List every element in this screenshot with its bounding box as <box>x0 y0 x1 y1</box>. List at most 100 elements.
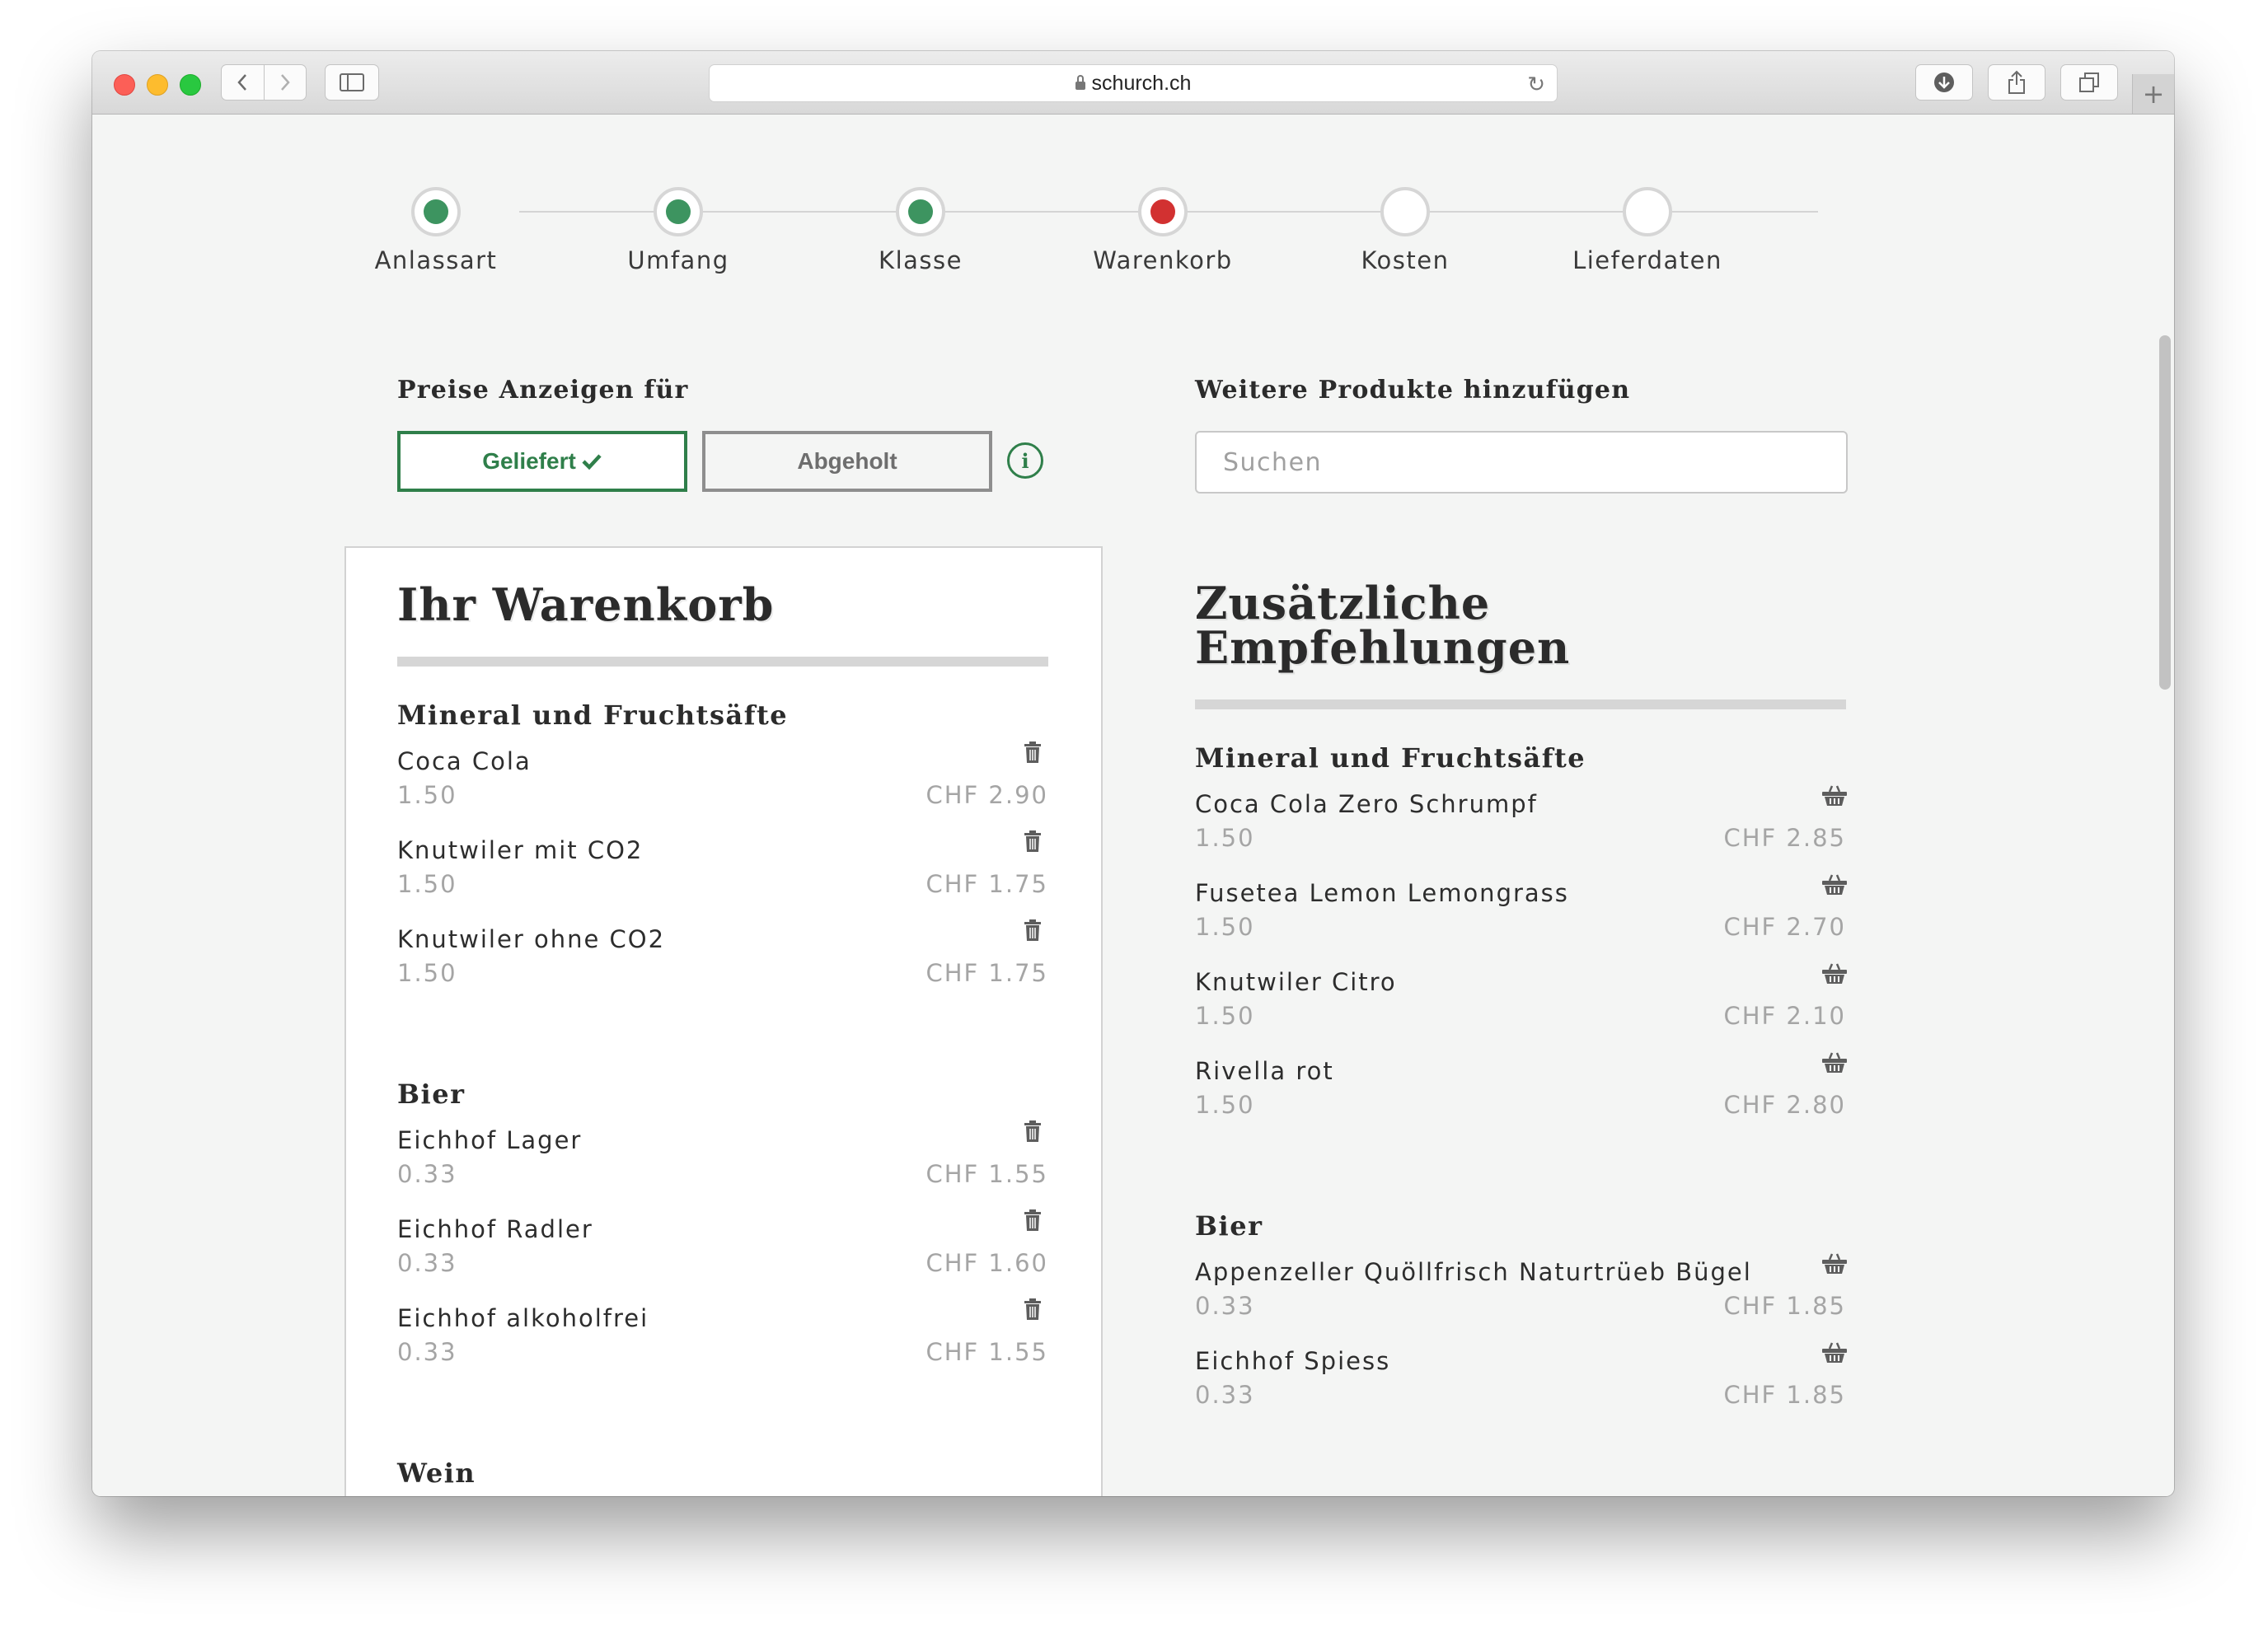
basket-icon <box>1822 1253 1847 1274</box>
item-price: CHF 1.85 <box>1723 1381 1846 1409</box>
scrollbar[interactable] <box>2159 335 2171 690</box>
item-price: CHF 1.75 <box>925 870 1048 898</box>
item-size: 1.50 <box>1195 913 1255 941</box>
sidebar-icon <box>340 73 364 91</box>
trash-icon <box>1024 1209 1041 1231</box>
item-price: CHF 1.85 <box>1723 1292 1846 1320</box>
item-size: 1.50 <box>1195 824 1255 852</box>
basket-icon <box>1822 1342 1847 1363</box>
category-title: Mineral und Fruchtsäfte <box>1195 742 1586 774</box>
share-button[interactable] <box>1988 64 2045 101</box>
reload-icon[interactable]: ↻ <box>1527 72 1545 97</box>
info-icon[interactable]: i <box>1007 442 1043 479</box>
item-price: CHF 2.80 <box>1723 1091 1846 1119</box>
trash-icon <box>1024 1120 1041 1142</box>
add-to-cart-button[interactable] <box>1821 1050 1847 1078</box>
list-item: Coca Cola 1.50 CHF 2.90 <box>397 736 1048 825</box>
category-title: Wein <box>397 1457 476 1489</box>
list-item: Fusetea Lemon Lemongrass 1.50 CHF 2.70 <box>1195 868 1847 957</box>
sidebar-button[interactable] <box>325 64 379 101</box>
add-products-title: Weitere Produkte hinzufügen <box>1195 376 1631 405</box>
step-circle <box>1138 187 1188 236</box>
item-size: 1.50 <box>397 781 457 809</box>
history-nav <box>221 64 307 101</box>
forward-button[interactable] <box>265 65 307 100</box>
step-label: Lieferdaten <box>1572 246 1722 274</box>
list-item: Il Passo Nerello0.75CHF 14.90 <box>397 1494 1048 1496</box>
remove-item-button[interactable] <box>1024 741 1048 769</box>
item-price: CHF 1.55 <box>925 1160 1048 1188</box>
remove-item-button[interactable] <box>1024 1209 1048 1237</box>
minimize-window-button[interactable] <box>147 74 168 96</box>
step-circle <box>1380 187 1430 236</box>
step-0[interactable]: Anlassart <box>315 187 557 274</box>
remove-item-button[interactable] <box>1024 1120 1048 1148</box>
item-name: Coca Cola <box>397 747 532 775</box>
list-item: Knutwiler mit CO2 1.50 CHF 1.75 <box>397 825 1048 914</box>
item-size: 0.33 <box>1195 1381 1255 1409</box>
category-gap <box>397 1382 1048 1424</box>
pickup-label: Abgeholt <box>797 448 897 474</box>
item-name: Coca Cola Zero Schrumpf <box>1195 790 1538 818</box>
remove-item-button[interactable] <box>1024 919 1048 947</box>
item-name: Rivella rot <box>1195 1057 1334 1085</box>
share-icon <box>2008 70 2025 94</box>
address-bar[interactable]: schurch.ch ↻ <box>709 64 1558 102</box>
category-title: Bier <box>1195 1210 1263 1242</box>
step-label: Kosten <box>1361 246 1450 274</box>
list-item: Coca Cola Zero Schrumpf 1.50 CHF 2.85 <box>1195 779 1847 868</box>
item-size: 1.50 <box>1195 1091 1255 1119</box>
chevron-right-icon <box>280 74 290 91</box>
step-label: Warenkorb <box>1093 246 1233 274</box>
add-to-cart-button[interactable] <box>1821 872 1847 901</box>
downloads-button[interactable] <box>1915 64 1973 101</box>
add-to-cart-button[interactable] <box>1821 784 1847 812</box>
category-gap <box>397 1003 1048 1046</box>
list-item: Eichhof alkoholfrei 0.33 CHF 1.55 <box>397 1293 1048 1382</box>
step-dot <box>1150 199 1175 224</box>
step-5[interactable]: Lieferdaten <box>1526 187 1769 274</box>
trash-icon <box>1024 830 1041 852</box>
list-item: Knutwiler Citro 1.50 CHF 2.10 <box>1195 957 1847 1046</box>
step-4[interactable]: Kosten <box>1284 187 1526 274</box>
list-item: Eichhof Spiess 0.33 CHF 1.85 <box>1195 1336 1847 1424</box>
item-name: Knutwiler ohne CO2 <box>397 925 666 953</box>
chevron-left-icon <box>237 74 247 91</box>
pickup-toggle-button[interactable]: Abgeholt <box>702 431 992 492</box>
add-to-cart-button[interactable] <box>1821 961 1847 989</box>
url-text: schurch.ch <box>1091 71 1192 95</box>
add-to-cart-button[interactable] <box>1821 1251 1847 1279</box>
zoom-window-button[interactable] <box>180 74 201 96</box>
category-title: Bier <box>397 1078 466 1110</box>
item-name: Knutwiler Citro <box>1195 968 1397 996</box>
list-item: Rivella rot 1.50 CHF 2.80 <box>1195 1046 1847 1134</box>
category-gap <box>1195 1134 1846 1177</box>
item-price: CHF 2.85 <box>1723 824 1846 852</box>
new-tab-button[interactable]: + <box>2132 74 2174 114</box>
delivered-toggle-button[interactable]: Geliefert <box>397 431 687 492</box>
step-dot <box>666 199 691 224</box>
step-1[interactable]: Umfang <box>557 187 799 274</box>
item-name: Eichhof Lager <box>397 1126 583 1154</box>
step-circle <box>411 187 461 236</box>
step-3[interactable]: Warenkorb <box>1042 187 1284 274</box>
remove-item-button[interactable] <box>1024 830 1048 858</box>
item-price: CHF 1.75 <box>925 959 1048 987</box>
trash-icon <box>1024 919 1041 941</box>
trash-icon <box>1024 741 1041 763</box>
product-search-input[interactable] <box>1195 431 1848 494</box>
step-circle <box>1623 187 1672 236</box>
recommendations-title: Zusätzliche Empfehlungen <box>1195 577 1571 674</box>
item-price: CHF 1.60 <box>925 1249 1048 1277</box>
step-dot <box>424 199 448 224</box>
recommendations-title-rule <box>1195 699 1846 709</box>
list-item: Eichhof Lager 0.33 CHF 1.55 <box>397 1115 1048 1204</box>
cart-title: Ihr Warenkorb <box>397 578 775 631</box>
back-button[interactable] <box>222 65 265 100</box>
step-2[interactable]: Klasse <box>799 187 1042 274</box>
close-window-button[interactable] <box>114 74 135 96</box>
add-to-cart-button[interactable] <box>1821 1340 1847 1368</box>
tabs-overview-button[interactable] <box>2060 64 2118 101</box>
lock-icon <box>1075 75 1085 90</box>
remove-item-button[interactable] <box>1024 1298 1048 1326</box>
